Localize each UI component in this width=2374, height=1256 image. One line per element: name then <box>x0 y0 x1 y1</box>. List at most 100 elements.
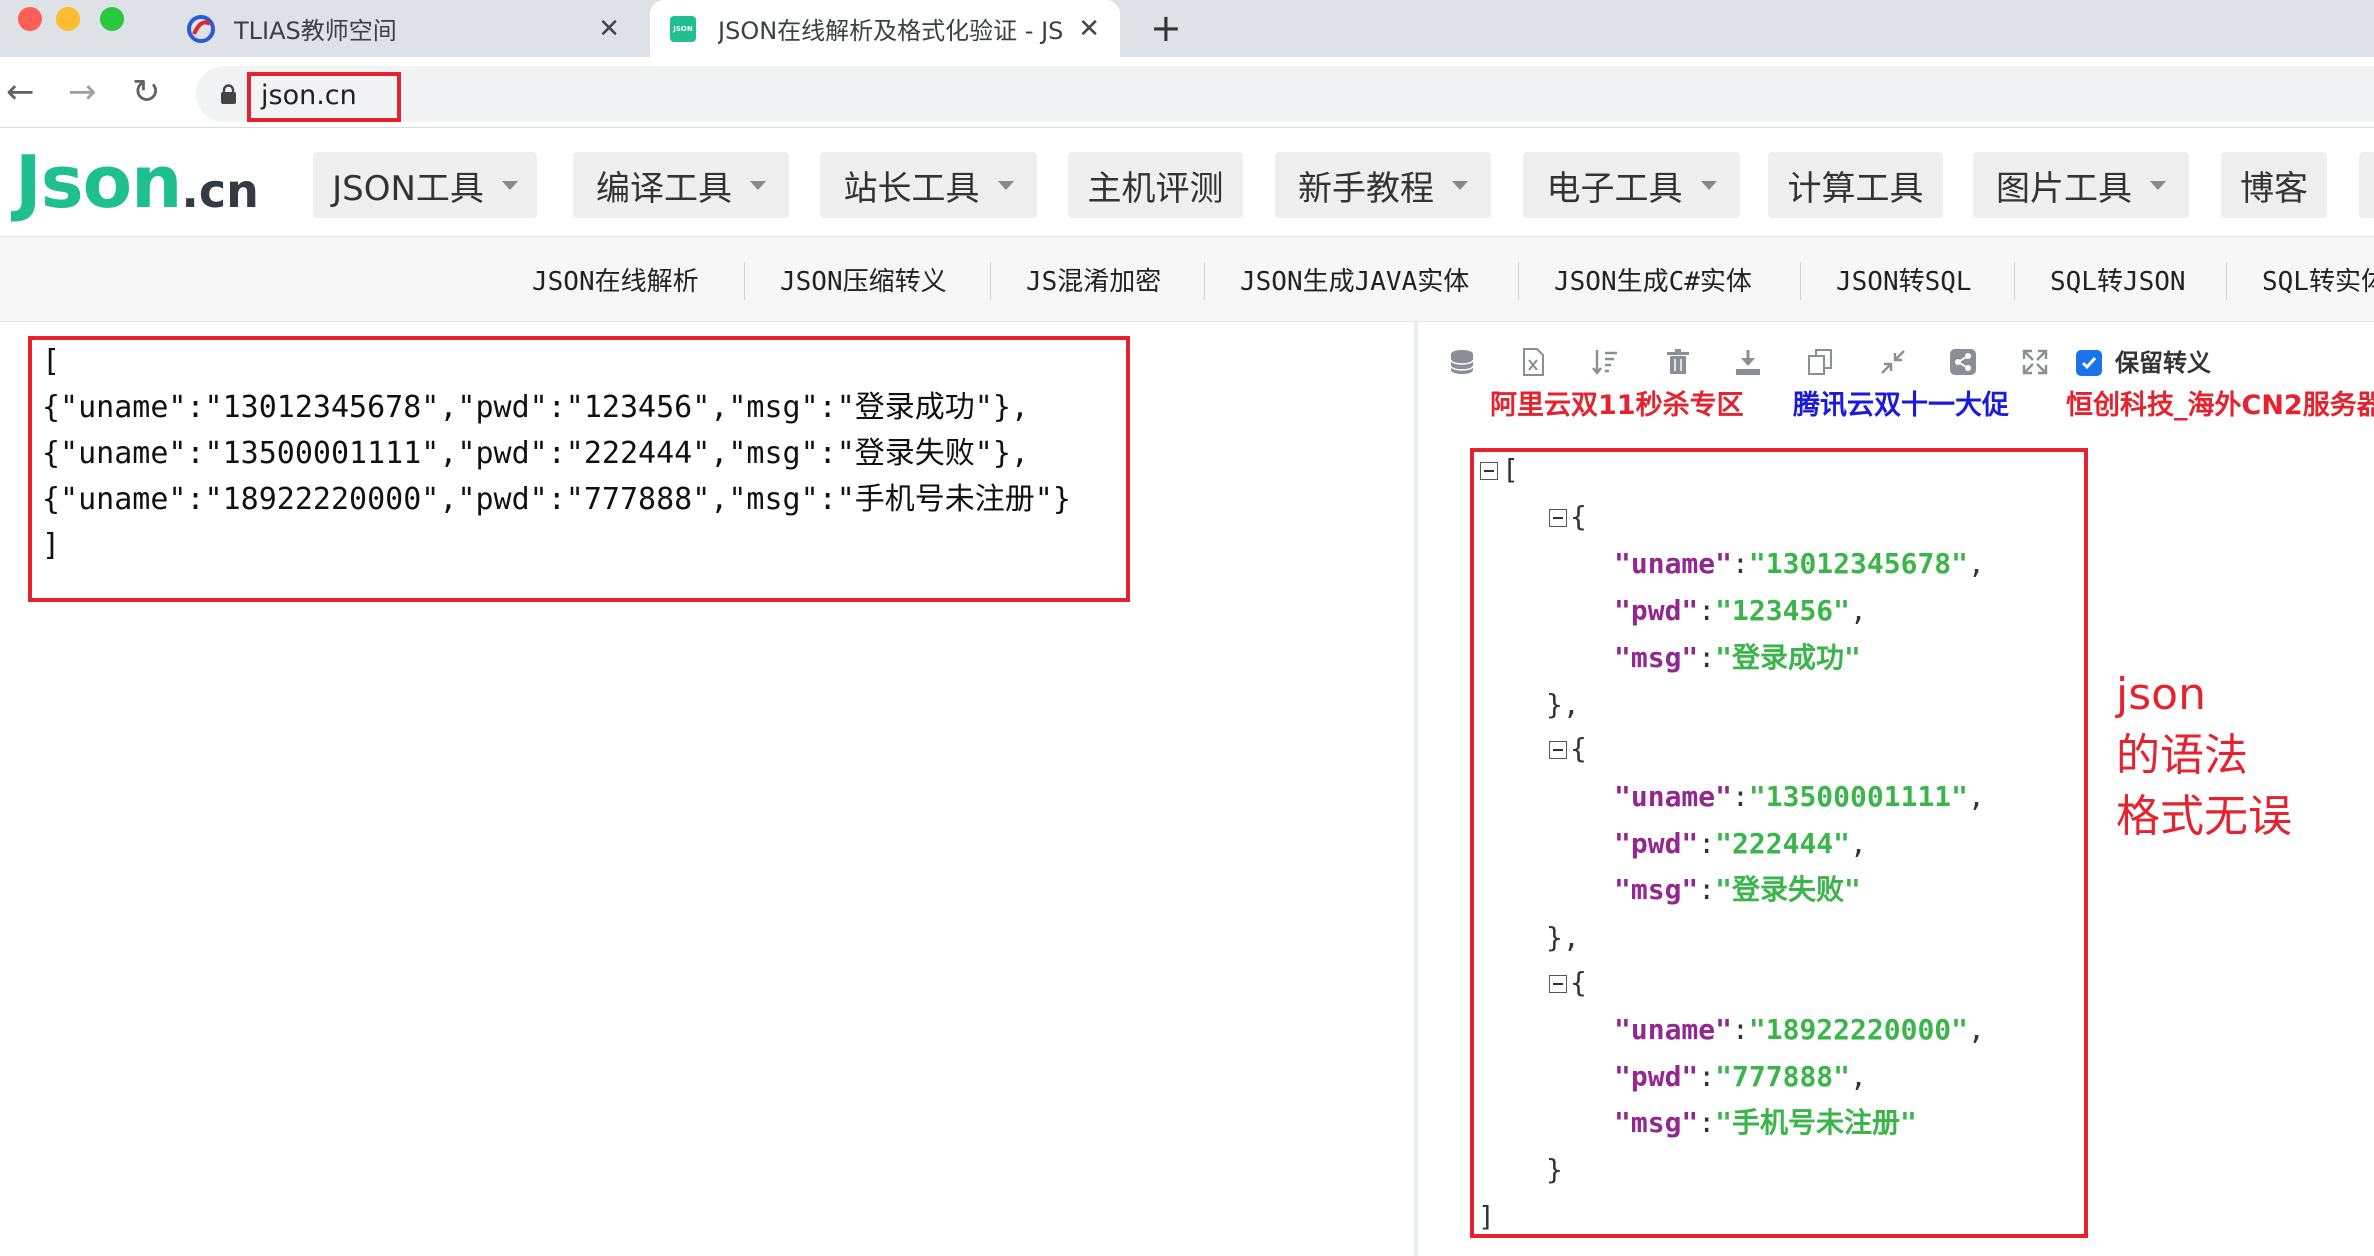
tree-row-pwd: "pwd":"777888", <box>1614 1060 1867 1093</box>
tlias-logo-icon <box>186 14 216 44</box>
editor-line[interactable]: [ <box>42 342 60 382</box>
nav-blog[interactable]: 博客 <box>2221 152 2327 218</box>
tree-row-msg: "msg":"登录失败" <box>1614 873 1861 906</box>
tab-json-cn[interactable]: JSON JSON在线解析及格式化验证 - JS ✕ <box>650 0 1120 57</box>
subnav-divider <box>1800 262 1801 300</box>
share-icon[interactable] <box>1948 347 1978 377</box>
nav-json-tools[interactable]: JSON工具 <box>313 152 537 218</box>
chevron-down-icon <box>1452 180 1468 190</box>
subnav-sql-json[interactable]: SQL转JSON <box>2050 262 2186 302</box>
subnav-divider <box>990 262 991 300</box>
tree-row-pwd: "pwd":"222444", <box>1614 827 1867 860</box>
nav-webmaster-tools[interactable]: 站长工具 <box>820 152 1037 218</box>
tree-collapse-toggle[interactable] <box>1480 462 1498 480</box>
nav-label: 站长工具 <box>843 168 980 209</box>
subnav-json-parse[interactable]: JSON在线解析 <box>532 262 699 302</box>
keep-escape-checkbox[interactable] <box>2076 350 2102 376</box>
address-bar[interactable] <box>196 66 2374 122</box>
nav-image-tools[interactable]: 图片工具 <box>1973 152 2189 218</box>
subnav-divider <box>1518 262 1519 300</box>
zoom-window-button[interactable] <box>100 7 124 31</box>
logo-suffix-text: .cn <box>181 164 259 218</box>
ad-link-tencent[interactable]: 腾讯云双十一大促 <box>1793 388 2009 424</box>
subnav-json-compress[interactable]: JSON压缩转义 <box>780 262 947 302</box>
editor-line[interactable]: ] <box>42 526 60 566</box>
annotation-line: json <box>2116 669 2206 720</box>
tree-object-close: }, <box>1546 921 1580 954</box>
minimize-window-button[interactable] <box>56 7 80 31</box>
chevron-down-icon <box>2150 180 2166 190</box>
subnav-js-obfuscate[interactable]: JS混淆加密 <box>1026 262 1161 302</box>
tree-row-pwd: "pwd":"123456", <box>1614 594 1867 627</box>
url-text[interactable]: json.cn <box>261 76 357 116</box>
tab-tlias[interactable]: TLIAS教师空间 ✕ <box>170 0 640 57</box>
trash-icon[interactable] <box>1663 347 1693 377</box>
annotation-line: 的语法 <box>2116 730 2248 781</box>
nav-host-review[interactable]: 主机评测 <box>1068 152 1243 218</box>
subnav-json-sql[interactable]: JSON转SQL <box>1836 262 1972 302</box>
tree-object-close: } <box>1546 1153 1563 1186</box>
sort-icon[interactable] <box>1590 347 1620 377</box>
close-window-button[interactable] <box>18 7 42 31</box>
subnav-divider <box>1204 262 1205 300</box>
ad-link-aliyun[interactable]: 阿里云双11秒杀专区 <box>1490 388 1744 424</box>
annotation-line: 格式无误 <box>2116 791 2292 842</box>
subnav-json-csharp[interactable]: JSON生成C#实体 <box>1554 262 1752 302</box>
subnav-sql-entity[interactable]: SQL转实体 <box>2262 262 2374 302</box>
tree-object-open: { <box>1570 732 1587 765</box>
nav-beginner-tutorial[interactable]: 新手教程 <box>1275 152 1491 218</box>
tab-title: TLIAS教师空间 <box>234 17 397 45</box>
fullscreen-icon[interactable] <box>2020 347 2050 377</box>
sub-navigation <box>0 237 2374 322</box>
chevron-down-icon <box>501 180 518 190</box>
nav-label: 新手教程 <box>1298 168 1434 209</box>
compress-icon[interactable] <box>1878 347 1908 377</box>
logo-main-text: Json <box>15 140 182 224</box>
chevron-down-icon <box>997 180 1014 190</box>
subnav-divider <box>744 262 745 300</box>
tab-close-icon[interactable]: ✕ <box>1078 14 1100 44</box>
reload-icon[interactable]: ↻ <box>132 70 161 114</box>
nav-label: 计算工具 <box>1787 168 1924 209</box>
nav-more-partial[interactable] <box>2359 152 2374 218</box>
tree-row-msg: "msg":"登录成功" <box>1614 641 1861 674</box>
nav-label: 主机评测 <box>1087 168 1224 209</box>
tree-collapse-toggle[interactable] <box>1549 975 1567 993</box>
tree-object-open: { <box>1570 966 1587 999</box>
tree-row-uname: "uname":"13012345678", <box>1614 547 1985 580</box>
tree-collapse-toggle[interactable] <box>1549 741 1567 759</box>
tree-object-close: }, <box>1546 688 1580 721</box>
site-logo[interactable]: Json.cn <box>15 140 259 224</box>
nav-label: 博客 <box>2240 168 2308 209</box>
tree-collapse-toggle[interactable] <box>1549 509 1567 527</box>
nav-label: 图片工具 <box>1996 168 2132 209</box>
copy-icon[interactable] <box>1806 347 1836 377</box>
tree-object-open: { <box>1570 500 1587 533</box>
new-tab-button[interactable]: + <box>1150 4 1182 52</box>
excel-icon[interactable] <box>1518 347 1548 377</box>
tree-row-msg: "msg":"手机号未注册" <box>1614 1106 1917 1139</box>
back-arrow-icon[interactable]: ← <box>6 70 35 114</box>
tree-array-close: ] <box>1478 1200 1495 1233</box>
chevron-down-icon <box>1700 180 1717 190</box>
nav-electronic-tools[interactable]: 电子工具 <box>1523 152 1740 218</box>
subnav-json-java[interactable]: JSON生成JAVA实体 <box>1240 262 1469 302</box>
nav-label: 电子工具 <box>1546 168 1683 209</box>
nav-calculation-tools[interactable]: 计算工具 <box>1768 152 1943 218</box>
editor-line[interactable]: {"uname":"18922220000","pwd":"777888","m… <box>42 480 1071 520</box>
tab-close-icon[interactable]: ✕ <box>598 14 620 44</box>
lock-icon[interactable] <box>220 84 237 104</box>
editor-line[interactable]: {"uname":"13500001111","pwd":"222444","m… <box>42 434 1029 474</box>
output-toolbar <box>1418 322 2374 445</box>
tree-array-open: [ <box>1502 453 1519 486</box>
forward-arrow-icon[interactable]: → <box>68 70 97 114</box>
nav-compile-tools[interactable]: 编译工具 <box>573 152 789 218</box>
chevron-down-icon <box>750 180 766 190</box>
editor-line[interactable]: {"uname":"13012345678","pwd":"123456","m… <box>42 388 1029 428</box>
ad-link-hengchuang[interactable]: 恒创科技_海外CN2服务器 <box>2066 388 2374 424</box>
tab-title: JSON在线解析及格式化验证 - JS <box>718 17 1064 45</box>
download-icon[interactable] <box>1733 347 1763 377</box>
json-favicon-icon: JSON <box>670 15 696 42</box>
database-icon[interactable] <box>1447 347 1477 377</box>
subnav-divider <box>2226 262 2227 300</box>
